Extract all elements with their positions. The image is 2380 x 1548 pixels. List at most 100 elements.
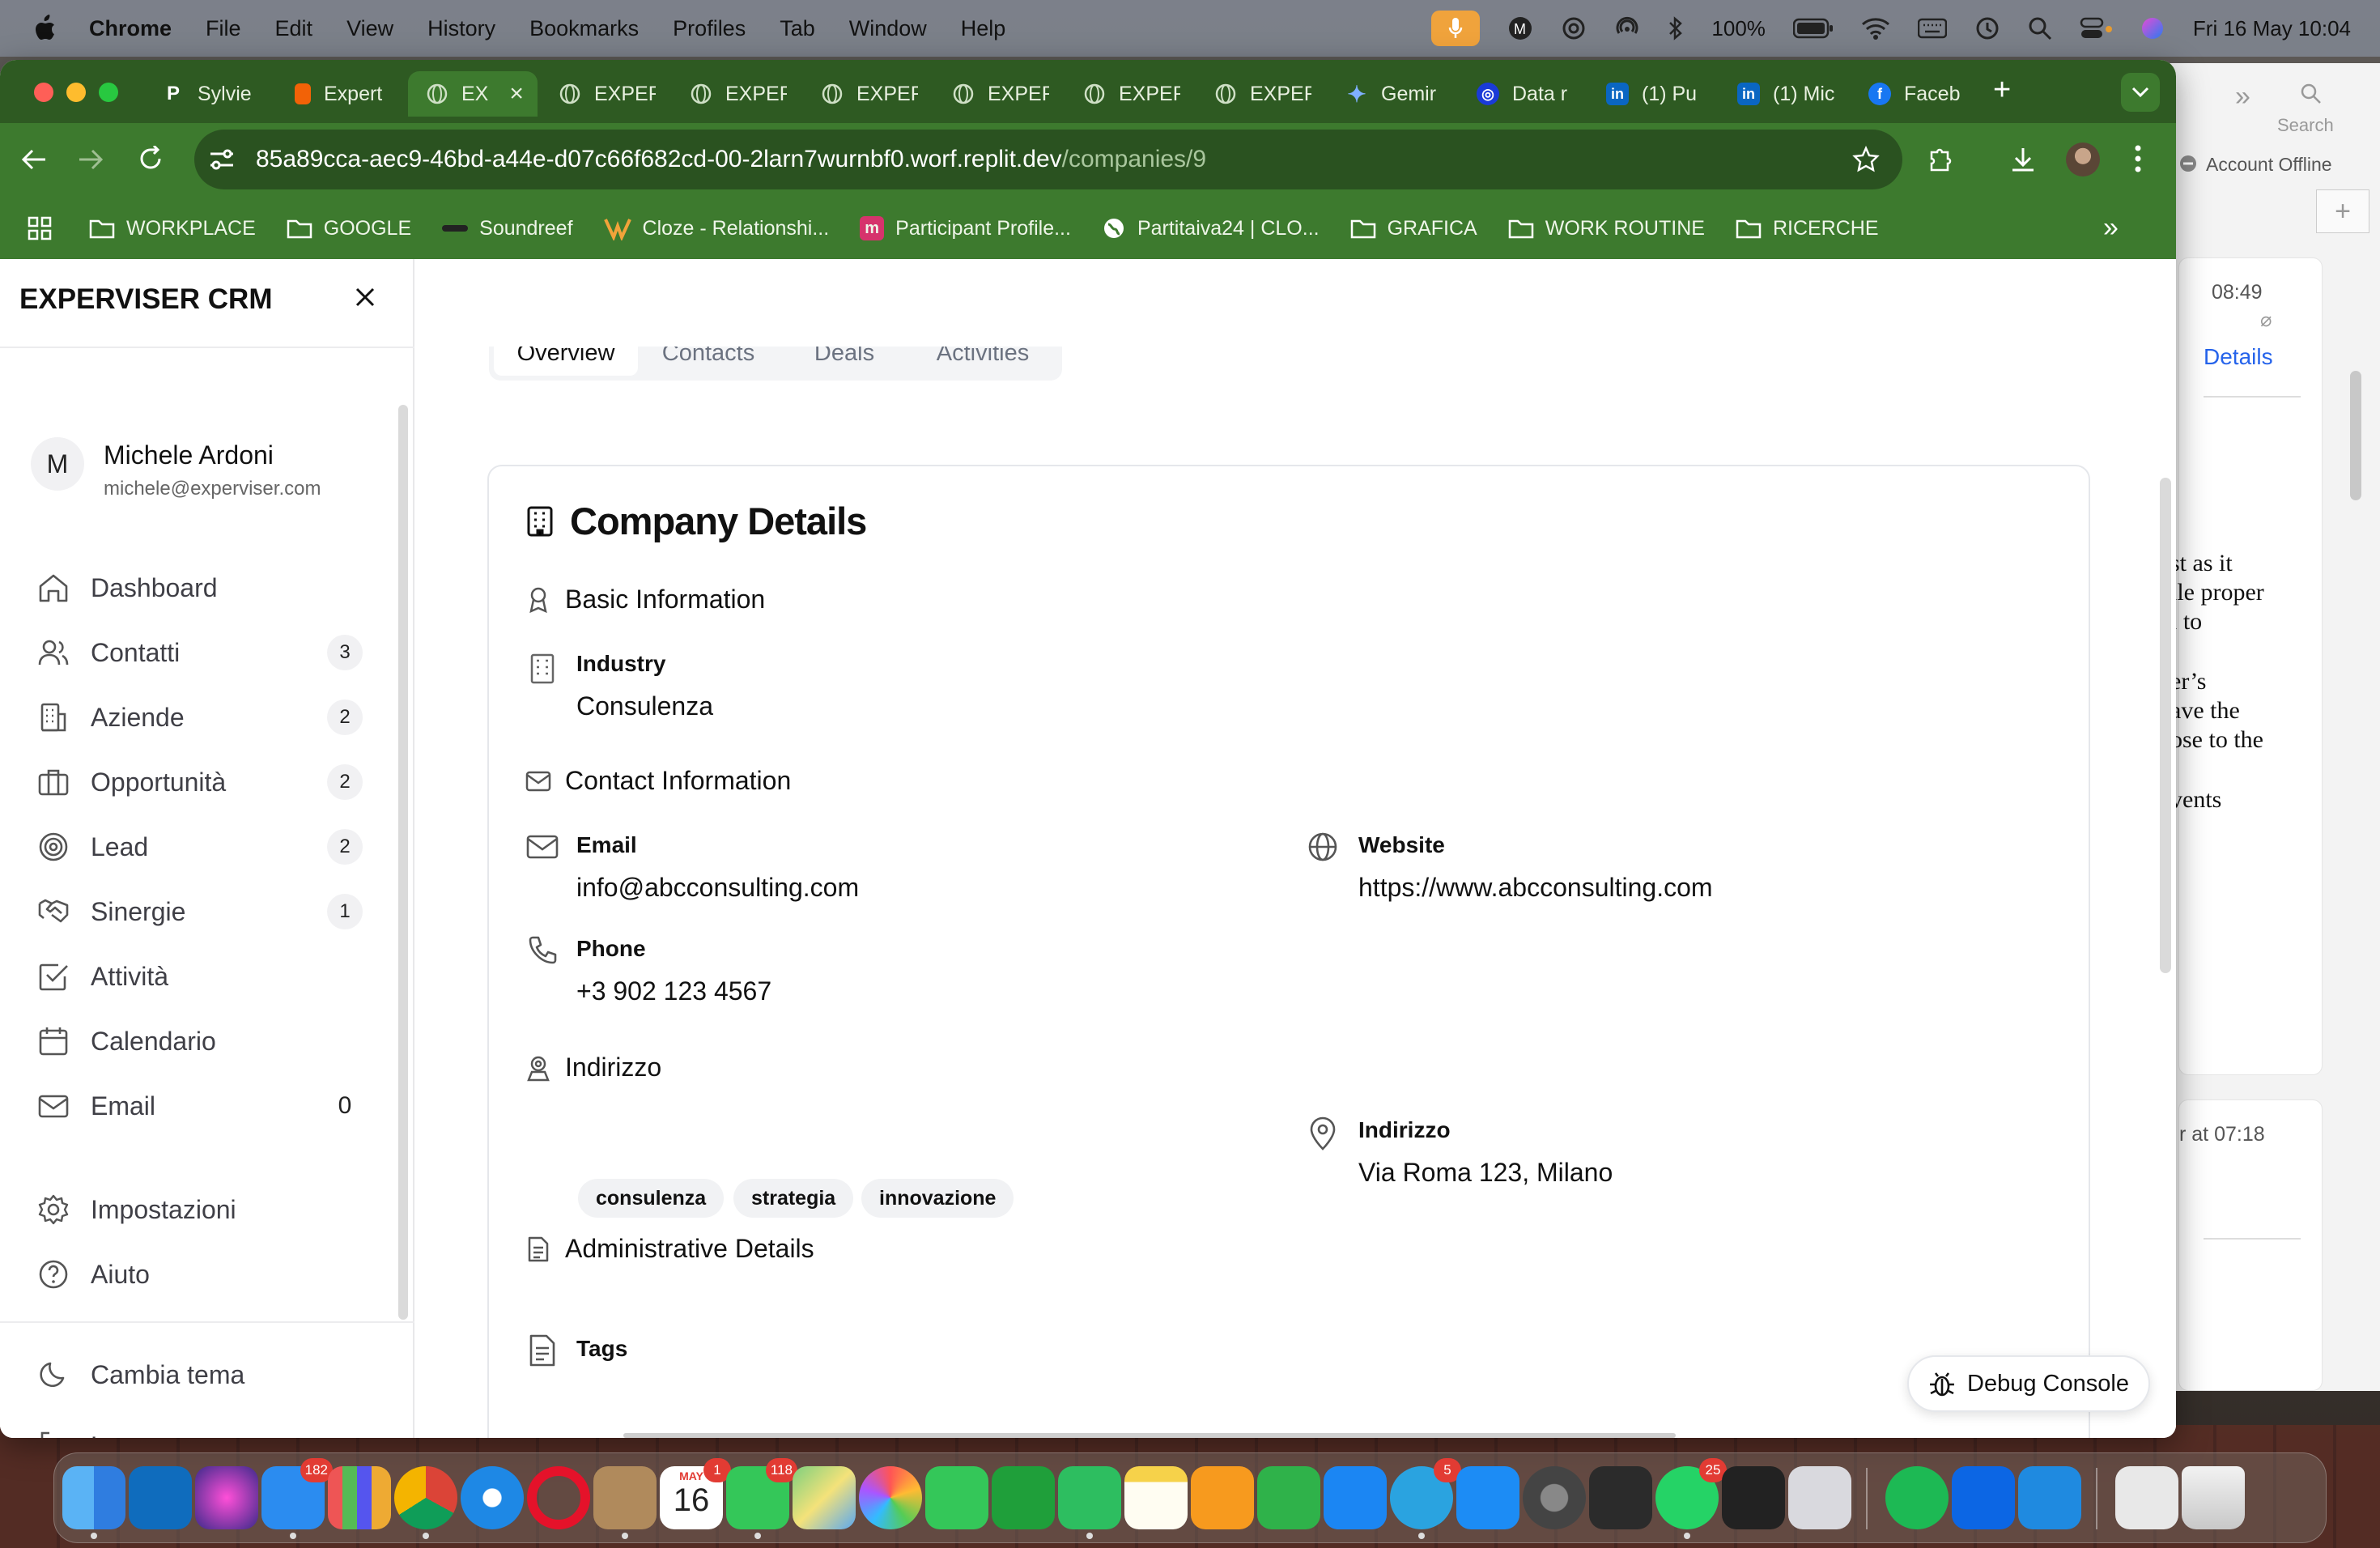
bookmark-partitaiva24[interactable]: Partitaiva24 | CLO... <box>1102 216 1320 240</box>
minimize-window-button[interactable] <box>66 83 86 102</box>
bg-message-card-2[interactable]: r at 07:18 <box>2178 1099 2323 1391</box>
site-settings-icon[interactable] <box>209 147 235 172</box>
sidebar-item-opportunita[interactable]: Opportunità 2 <box>36 758 363 806</box>
chevrons-right-icon[interactable]: » <box>2235 81 2250 113</box>
microphone-icon[interactable] <box>1431 11 1481 46</box>
bookmark-ricerche[interactable]: RICERCHE <box>1736 217 1879 240</box>
tab-facebook[interactable]: f Faceb <box>1868 71 1966 117</box>
theme-toggle-button[interactable]: Cambia tema <box>36 1350 363 1399</box>
menu-app-name[interactable]: Chrome <box>89 16 172 41</box>
chrome-menu-icon[interactable] <box>2134 144 2142 173</box>
siri-app-icon[interactable] <box>195 1466 258 1529</box>
close-tab-icon[interactable]: × <box>509 80 524 108</box>
app-store-icon[interactable] <box>1456 1466 1519 1529</box>
chat-app-icon[interactable] <box>992 1466 1055 1529</box>
keynote-icon[interactable] <box>1324 1466 1387 1529</box>
apple-icon[interactable] <box>32 15 57 42</box>
facetime-icon[interactable] <box>925 1466 988 1529</box>
evernote-icon[interactable] <box>1058 1466 1121 1529</box>
tab-search-button[interactable] <box>2121 73 2160 112</box>
bg-scrollbar[interactable] <box>2350 371 2361 500</box>
avatar[interactable]: M <box>31 437 84 491</box>
address-bar[interactable]: 85a89cca-aec9-46bd-a44e-d07c66f682cd-00-… <box>194 130 1902 189</box>
bluetooth-icon[interactable] <box>1668 15 1684 41</box>
sidebar-scrollbar[interactable] <box>398 405 408 1320</box>
tab-sylvie[interactable]: P Sylvie <box>162 71 267 117</box>
menu-history[interactable]: History <box>427 16 495 41</box>
menu-bookmarks[interactable]: Bookmarks <box>529 16 639 41</box>
bookmark-workplace[interactable]: WORKPLACE <box>89 217 256 240</box>
malwarebytes-icon[interactable]: M <box>1507 15 1533 41</box>
menu-file[interactable]: File <box>206 16 241 41</box>
telegram-icon[interactable]: 5 <box>1390 1458 1461 1529</box>
menu-help[interactable]: Help <box>961 16 1006 41</box>
tab-active-experviser[interactable]: EX × <box>408 71 538 117</box>
sidebar-item-aiuto[interactable]: Aiuto <box>36 1250 363 1299</box>
airdrop-icon[interactable] <box>1614 15 1640 41</box>
siri-icon[interactable] <box>2140 15 2165 41</box>
tab-deals[interactable]: Deals <box>793 347 895 376</box>
tab-expert[interactable]: Expert <box>295 71 392 117</box>
tab-experviser-6[interactable]: EXPEF <box>1083 71 1180 117</box>
logout-button[interactable]: Logout <box>36 1422 363 1438</box>
sidebar-item-calendario[interactable]: Calendario <box>36 1017 363 1065</box>
messages-icon[interactable]: 118 <box>726 1458 797 1529</box>
tab-linkedin-1[interactable]: in (1) Pu <box>1606 71 1703 117</box>
website-value[interactable]: https://www.abcconsulting.com <box>1358 873 1713 903</box>
contacts-icon[interactable] <box>593 1466 657 1529</box>
forward-arrow-icon[interactable] <box>78 147 104 172</box>
extensions-icon[interactable] <box>1927 146 1954 173</box>
sidebar-item-lead[interactable]: Lead 2 <box>36 823 363 871</box>
control-center-icon[interactable] <box>2080 16 2112 40</box>
spotlight-search-icon[interactable] <box>2028 16 2052 40</box>
iphone-mirroring-icon[interactable] <box>1788 1466 1851 1529</box>
sidebar-item-email[interactable]: Email 0 <box>36 1082 363 1130</box>
reload-icon[interactable] <box>138 146 164 172</box>
whatsapp-icon[interactable]: 25 <box>1655 1458 1727 1529</box>
menubar-clock[interactable]: Fri 16 May 10:04 <box>2193 16 2351 41</box>
outlook-icon[interactable] <box>129 1466 192 1529</box>
tab-contacts[interactable]: Contacts <box>648 347 769 376</box>
tab-activities[interactable]: Activities <box>910 347 1056 376</box>
notes-icon[interactable] <box>1124 1466 1188 1529</box>
spotify-icon[interactable] <box>1885 1466 1949 1529</box>
system-settings-icon[interactable] <box>1523 1466 1586 1529</box>
tab-linkedin-2[interactable]: in (1) Mic <box>1737 71 1834 117</box>
sidebar-item-attivita[interactable]: Attività <box>36 952 363 1001</box>
battery-icon[interactable] <box>1792 18 1834 39</box>
launchpad-icon[interactable] <box>328 1466 391 1529</box>
tab-experviser-5[interactable]: EXPEF <box>952 71 1049 117</box>
bg-details-link[interactable]: Details <box>2204 344 2273 370</box>
tab-overview[interactable]: Overview <box>494 347 638 376</box>
close-sidebar-icon[interactable] <box>353 285 377 309</box>
opera-icon[interactable] <box>527 1466 590 1529</box>
numbers-icon[interactable] <box>1257 1466 1320 1529</box>
email-value[interactable]: info@abcconsulting.com <box>576 873 859 903</box>
debug-console-button[interactable]: Debug Console <box>1907 1355 2150 1412</box>
close-window-button[interactable] <box>34 83 53 102</box>
tab-experviser-7[interactable]: EXPEF <box>1214 71 1311 117</box>
vscode-icon[interactable] <box>2018 1466 2081 1529</box>
profile-avatar[interactable] <box>2066 142 2100 176</box>
bookmark-soundreef[interactable]: Soundreef <box>442 217 573 240</box>
tab-gemini[interactable]: ✦ Gemir <box>1345 71 1443 117</box>
chatgpt-app-icon[interactable] <box>1722 1466 1785 1529</box>
tab-experviser-3[interactable]: EXPEF <box>690 71 787 117</box>
menu-profiles[interactable]: Profiles <box>673 16 746 41</box>
sidebar-item-aziende[interactable]: Aziende 2 <box>36 693 363 742</box>
pages-icon[interactable] <box>1191 1466 1254 1529</box>
finder-icon[interactable] <box>62 1466 125 1529</box>
bookmark-work-routine[interactable]: WORK ROUTINE <box>1508 217 1705 240</box>
time-machine-icon[interactable] <box>1974 15 2000 41</box>
new-tab-button[interactable]: + <box>1993 73 2011 108</box>
keyboard-icon[interactable] <box>1917 18 1947 39</box>
phone-value[interactable]: +3 902 123 4567 <box>576 976 771 1006</box>
sidebar-item-impostazioni[interactable]: Impostazioni <box>36 1185 363 1234</box>
sidebar-item-dashboard[interactable]: Dashboard <box>36 563 363 612</box>
tab-experviser-4[interactable]: EXPEF <box>821 71 918 117</box>
tab-data[interactable]: ◎ Data r <box>1477 71 1567 117</box>
maps-icon[interactable] <box>793 1466 856 1529</box>
bookmark-google[interactable]: GOOGLE <box>287 217 411 240</box>
search-icon[interactable] <box>2300 83 2323 105</box>
sidebar-item-contatti[interactable]: Contatti 3 <box>36 628 363 677</box>
